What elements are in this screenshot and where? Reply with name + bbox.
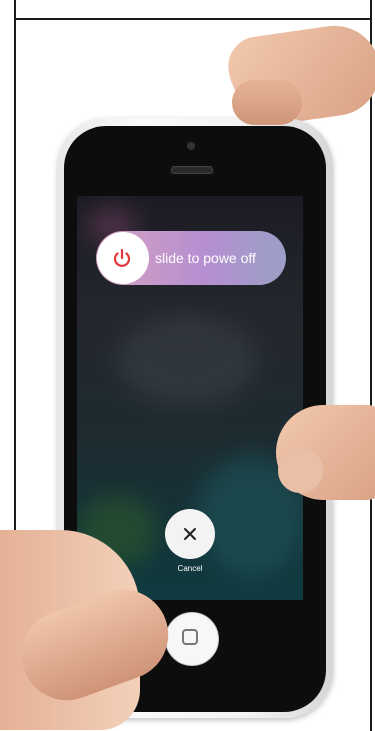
power-icon (113, 248, 131, 267)
frame-right-border (370, 0, 372, 731)
home-button-icon (182, 629, 198, 645)
right-finger-nail (278, 448, 323, 493)
frame-top-border (14, 18, 372, 20)
close-icon (184, 528, 196, 540)
front-camera (187, 142, 195, 150)
slider-label: slide to powe off (155, 250, 256, 266)
top-hand-thumb (232, 80, 302, 125)
cancel-label: Cancel (177, 564, 203, 573)
earpiece-speaker (171, 166, 213, 174)
wallpaper-blur (117, 316, 257, 406)
